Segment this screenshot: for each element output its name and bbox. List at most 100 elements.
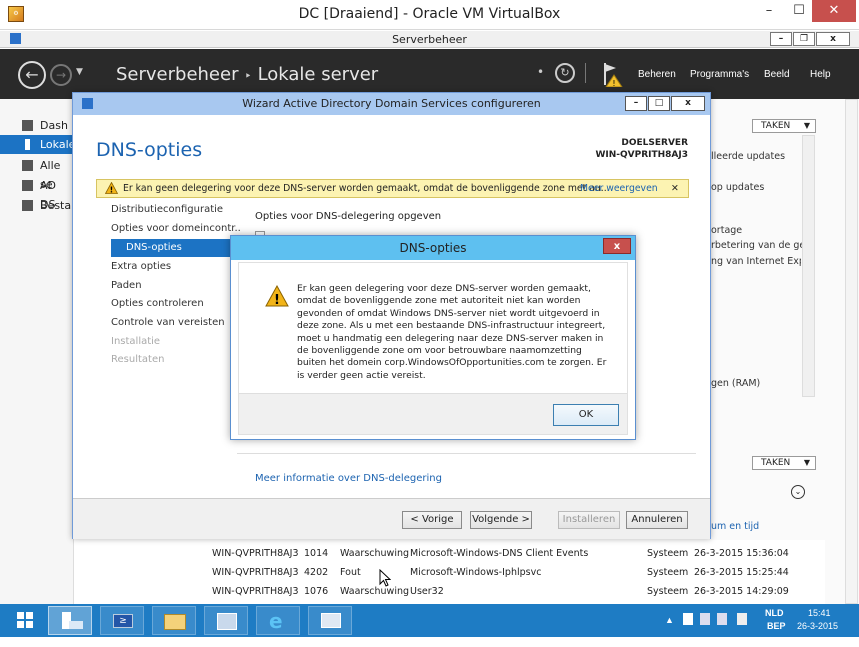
sidebar-item-ad-ds[interactable]: AD DS (0, 176, 74, 211)
history-dropdown-icon[interactable]: ▼ (76, 67, 83, 77)
wizard-step[interactable]: Extra opties (111, 261, 171, 272)
message-box-titlebar: DNS-opties x (231, 236, 635, 260)
show-more-link[interactable]: Meer weergeven (580, 180, 658, 197)
property-value[interactable]: gen (RAM) (711, 378, 760, 389)
server-icon (25, 139, 30, 150)
message-box-close-button[interactable]: x (603, 238, 631, 254)
virtualbox-titlebar: ⚙ DC [Draaiend] - Oracle VM VirtualBox –… (0, 0, 859, 30)
sidebar-item-local-server[interactable]: Lokale (0, 135, 76, 154)
wizard-step[interactable]: Opties controleren (111, 298, 204, 309)
property-value[interactable]: ng van Internet Exple (711, 256, 801, 267)
host-background (0, 637, 859, 647)
tray-overflow-icon[interactable]: ▲ (665, 615, 674, 625)
keyboard-layout[interactable]: BEP (767, 621, 786, 631)
clock-date[interactable]: 26-3-2015 (797, 621, 838, 631)
property-value[interactable]: um en tijd (711, 521, 759, 532)
property-value[interactable]: lleerde updates (711, 151, 785, 162)
tray-display-icon[interactable] (717, 613, 727, 625)
header-divider (585, 63, 586, 83)
menu-manage[interactable]: Beheren (638, 69, 676, 80)
event-server: WIN-QVPRITH8AJ3 (212, 567, 299, 578)
property-value[interactable]: rbetering van de geb (711, 240, 803, 251)
event-level: Waarschuwing (340, 586, 410, 597)
breadcrumb-root[interactable]: Serverbeheer (116, 64, 238, 85)
wizard-step-disabled: Resultaten (111, 354, 165, 365)
chevron-down-icon: ▼ (803, 121, 810, 130)
table-row[interactable]: WIN-QVPRITH8AJ3 1076 Waarschuwing User32… (205, 582, 825, 601)
windows-start-icon[interactable] (8, 607, 42, 634)
wizard-step[interactable]: Opties voor domeincontr... (111, 223, 241, 234)
breadcrumb-current: Lokale server (257, 64, 379, 85)
wizard-maximize-button[interactable]: □ (648, 96, 670, 111)
sidebar-item-label: Bestar (40, 199, 76, 212)
event-date: 26-3-2015 15:25:44 (694, 567, 789, 578)
menu-view[interactable]: Beeld (764, 69, 790, 80)
page-title: DNS-opties (96, 139, 203, 161)
event-id: 1076 (304, 586, 329, 597)
wizard-step[interactable]: Paden (111, 280, 142, 291)
refresh-dropdown-icon[interactable]: • (537, 65, 544, 79)
taskbar-remote-desktop-icon[interactable] (308, 606, 352, 635)
table-row[interactable]: WIN-QVPRITH8AJ3 1014 Waarschuwing Micros… (205, 544, 825, 563)
wizard-step-active[interactable]: DNS-opties (111, 239, 231, 257)
sidebar-item-all-servers[interactable]: Alle se (0, 156, 74, 191)
wizard-minimize-button[interactable]: – (625, 96, 647, 111)
clock-time[interactable]: 15:41 (808, 608, 831, 618)
sidebar-item-file-services[interactable]: Bestar (0, 196, 76, 215)
tray-volume-icon[interactable] (737, 613, 747, 625)
tasks-label: TAKEN (761, 121, 791, 131)
server-manager-titlebar: Serverbeheer – ❐ x (0, 31, 859, 48)
sm-minimize-button[interactable]: – (770, 32, 792, 46)
menu-programs[interactable]: Programma's (690, 69, 749, 80)
sidebar: Dash Lokale Alle se AD DS Bestar (0, 99, 76, 604)
next-button[interactable]: Volgende > (470, 511, 532, 529)
menu-help[interactable]: Help (810, 69, 831, 80)
forward-arrow-icon[interactable]: → (50, 64, 72, 86)
wizard-step[interactable]: Controle van vereisten (111, 317, 225, 328)
expand-chevron-icon[interactable]: ⌄ (791, 485, 805, 499)
events-tasks-dropdown[interactable]: TAKEN ▼ (752, 456, 816, 470)
ok-button[interactable]: OK (553, 404, 619, 426)
sidebar-item-label: Dash (40, 119, 68, 132)
install-button: Installeren (558, 511, 620, 529)
event-source: Microsoft-Windows-Iphlpsvc (410, 567, 542, 578)
refresh-icon[interactable]: ↻ (555, 63, 575, 83)
wizard-step-disabled: Installatie (111, 336, 161, 347)
dns-delegation-info-link[interactable]: Meer informatie over DNS-delegering (255, 473, 442, 484)
cancel-button[interactable]: Annuleren (626, 511, 688, 529)
sm-restore-button[interactable]: ❐ (793, 32, 815, 46)
table-row[interactable]: WIN-QVPRITH8AJ3 4202 Fout Microsoft-Wind… (205, 563, 825, 582)
properties-scrollbar[interactable] (802, 135, 815, 397)
tasks-dropdown[interactable]: TAKEN ▼ (752, 119, 816, 133)
svg-text:!: ! (110, 186, 114, 195)
maximize-button[interactable]: ☐ (784, 0, 814, 22)
notifications-flag-icon[interactable]: ! (600, 61, 624, 87)
sm-close-button[interactable]: x (816, 32, 850, 46)
target-server-label: DOELSERVER WIN-QVPRITH8AJ3 (595, 137, 688, 161)
dismiss-warning-icon[interactable]: ✕ (671, 180, 679, 197)
minimize-button[interactable]: – (754, 0, 784, 22)
close-button[interactable]: ✕ (812, 0, 856, 22)
taskbar: ≥ e ▲ NLD BEP 15:41 26-3-2015 (0, 604, 859, 637)
taskbar-internet-explorer-icon[interactable]: e (256, 606, 300, 635)
back-arrow-icon[interactable]: ← (18, 61, 46, 89)
wizard-titlebar: Wizard Active Directory Domain Services … (73, 93, 710, 115)
property-value[interactable]: op updates (711, 182, 764, 193)
sidebar-item-dashboard[interactable]: Dash (0, 116, 74, 135)
message-box-footer: OK (239, 393, 627, 434)
page-scrollbar[interactable] (845, 99, 858, 604)
tray-flag-icon[interactable] (683, 613, 693, 625)
back-button[interactable]: < Vorige (402, 511, 462, 529)
message-box-title: DNS-opties (399, 241, 467, 255)
language-indicator[interactable]: NLD (765, 608, 784, 618)
sidebar-item-label: Lokale (40, 138, 76, 151)
properties-panel: TAKEN ▼ lleerde updates op updates ortage… (709, 99, 859, 604)
wizard-step[interactable]: Distributieconfiguratie (111, 204, 223, 215)
tray-network-icon[interactable] (700, 613, 710, 625)
taskbar-server-manager-icon[interactable] (48, 606, 92, 635)
property-value[interactable]: ortage (711, 225, 742, 236)
taskbar-powershell-icon[interactable]: ≥ (100, 606, 144, 635)
taskbar-file-explorer-icon[interactable] (152, 606, 196, 635)
taskbar-control-panel-icon[interactable] (204, 606, 248, 635)
wizard-close-button[interactable]: x (671, 96, 705, 111)
